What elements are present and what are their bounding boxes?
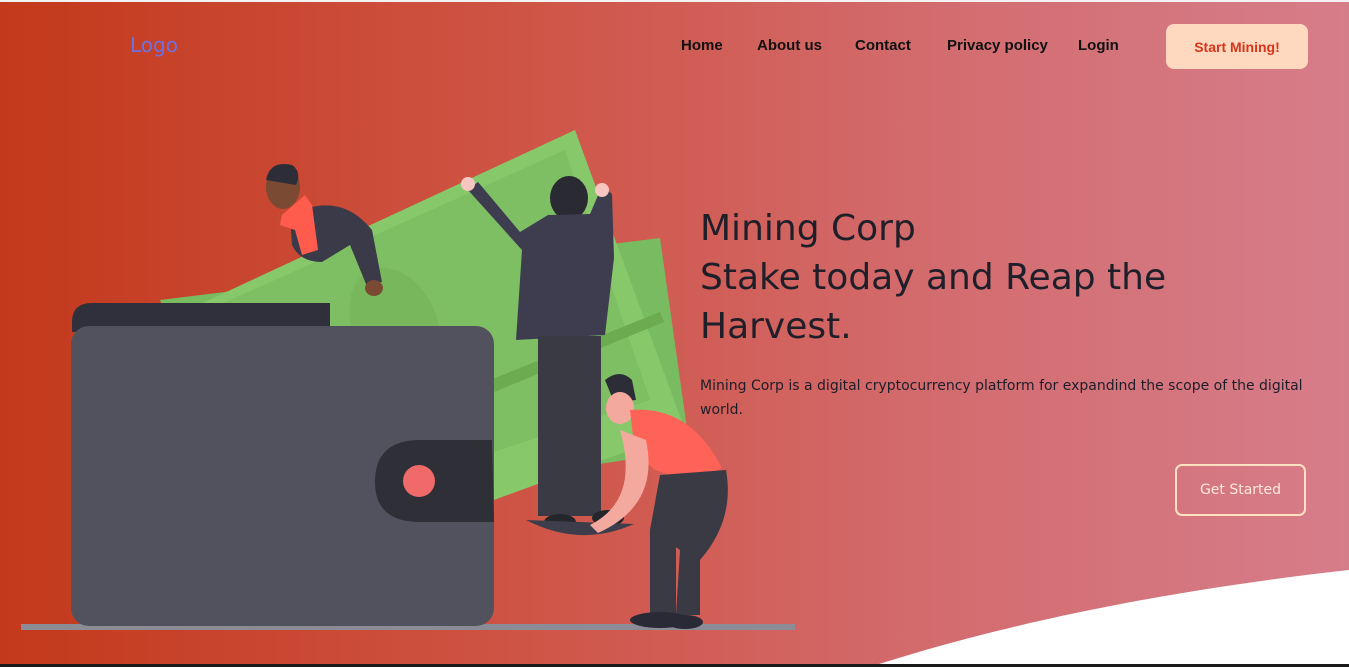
hero-section: Logo Home About us Contact Privacy polic… [0, 0, 1349, 667]
nav-home[interactable]: Home [681, 37, 723, 54]
get-started-button[interactable]: Get Started [1175, 464, 1306, 516]
hero-title-brand: Mining Corp [700, 208, 916, 249]
nav-login[interactable]: Login [1078, 37, 1119, 54]
wallet-clasp [403, 465, 435, 497]
logo-link[interactable]: Logo [130, 33, 178, 57]
hero-headline: Mining Corp Stake today and Reap the Har… [700, 204, 1320, 351]
nav-contact[interactable]: Contact [855, 37, 911, 54]
hero-title-tagline: Stake today and Reap the Harvest. [700, 257, 1167, 347]
wallet [71, 303, 494, 626]
start-mining-button[interactable]: Start Mining! [1166, 24, 1308, 69]
hero-description: Mining Corp is a digital cryptocurrency … [700, 378, 1303, 418]
nav-privacy-policy[interactable]: Privacy policy [947, 37, 1048, 54]
nav-about-us[interactable]: About us [757, 37, 822, 54]
